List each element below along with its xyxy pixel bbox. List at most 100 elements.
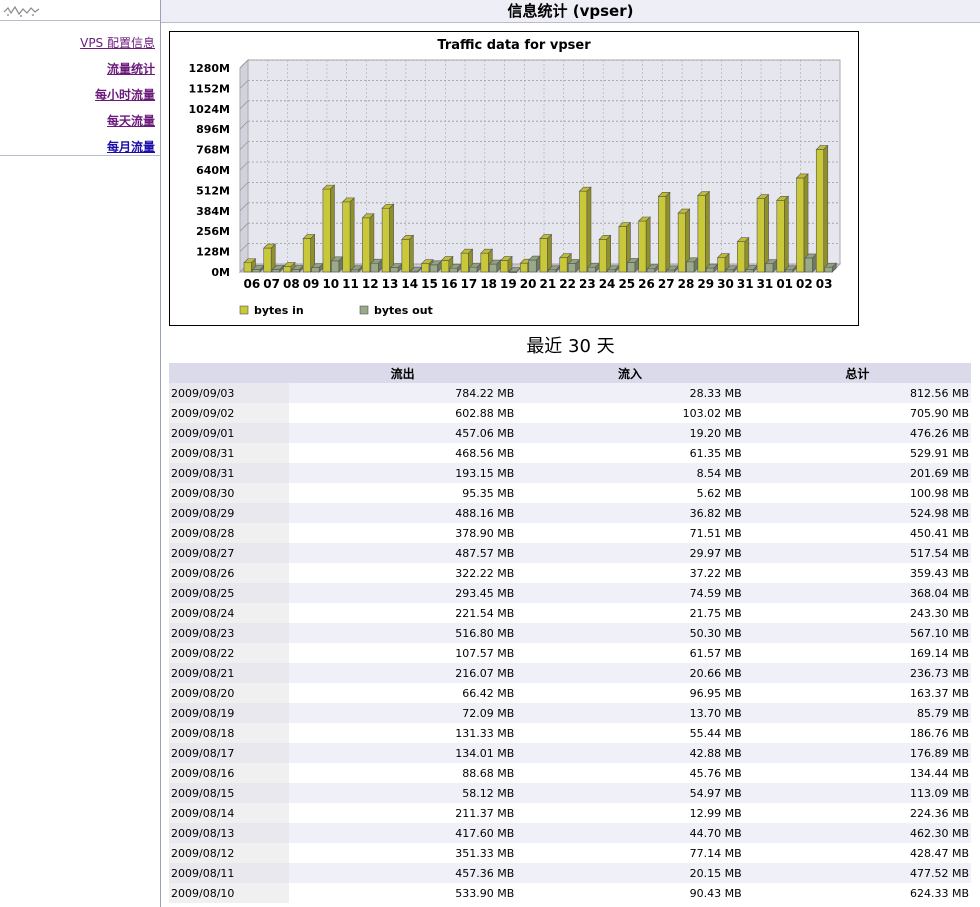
- cell-out: 88.68 MB: [289, 763, 517, 783]
- chart-x-tick-label: 30: [717, 277, 734, 291]
- cell-date: 2009/08/16: [169, 763, 289, 783]
- cell-in: 13.70 MB: [516, 703, 744, 723]
- cell-in: 42.88 MB: [516, 743, 744, 763]
- cell-total: 462.30 MB: [743, 823, 971, 843]
- legend-label: bytes in: [254, 304, 304, 317]
- cell-in: 96.95 MB: [516, 683, 744, 703]
- cell-out: 378.90 MB: [289, 523, 517, 543]
- table-row: 2009/08/26 322.22 MB 37.22 MB 359.43 MB: [169, 563, 971, 583]
- chart-x-tick-label: 25: [618, 277, 635, 291]
- cell-date: 2009/08/17: [169, 743, 289, 763]
- traffic-chart-svg: Traffic data for vpser 0M 128M 256M 384M 512…: [188, 38, 842, 317]
- cell-date: 2009/08/21: [169, 663, 289, 683]
- table-row: 2009/08/22 107.57 MB 61.57 MB 169.14 MB: [169, 643, 971, 663]
- chart-x-tick-label: 08: [283, 277, 300, 291]
- cell-out: 533.90 MB: [289, 883, 517, 903]
- chart-y-tick-label: 384M: [196, 205, 230, 218]
- chart-x-tick-label: 31: [737, 277, 754, 291]
- chart-x-tick-label: 11: [342, 277, 359, 291]
- cell-out: 516.80 MB: [289, 623, 517, 643]
- chart-y-tick-label: 0M: [211, 266, 230, 279]
- chart-x-tick-label: 19: [500, 277, 517, 291]
- cell-in: 103.02 MB: [516, 403, 744, 423]
- cell-in: 29.97 MB: [516, 543, 744, 563]
- cell-total: 529.91 MB: [743, 443, 971, 463]
- chart-y-tick-label: 1024M: [188, 103, 230, 116]
- main-frame: 信息统计 (vpser) Traffic data for vpser 0M 12…: [161, 0, 980, 907]
- cell-date: 2009/08/23: [169, 623, 289, 643]
- legend-swatch: [239, 305, 249, 315]
- cell-in: 71.51 MB: [516, 523, 744, 543]
- cell-total: 236.73 MB: [743, 663, 971, 683]
- cell-total: 224.36 MB: [743, 803, 971, 823]
- cell-date: 2009/08/26: [169, 563, 289, 583]
- chart-bar-bytes-in: [263, 243, 276, 273]
- cell-total: 477.52 MB: [743, 863, 971, 883]
- sidebar-frame: VPS 配置信息 流量统计 每小时流量 每天流量 每月流量: [0, 0, 161, 907]
- cell-total: 113.09 MB: [743, 783, 971, 803]
- chart-bar-bytes-in: [341, 197, 355, 273]
- cell-date: 2009/08/13: [169, 823, 289, 843]
- chart-x-tick-label: 28: [678, 277, 695, 291]
- cell-total: 85.79 MB: [743, 703, 971, 723]
- cell-date: 2009/08/20: [169, 683, 289, 703]
- sidebar-divider: [0, 155, 160, 156]
- chart-bar-bytes-in: [578, 186, 592, 273]
- cell-out: 193.15 MB: [289, 463, 517, 483]
- cell-total: 517.54 MB: [743, 543, 971, 563]
- chart-bar-bytes-out: [330, 256, 344, 273]
- chart-y-tick-label: 128M: [196, 246, 230, 259]
- chart-x-tick-label: 16: [441, 277, 458, 291]
- cell-out: 211.37 MB: [289, 803, 517, 823]
- table-header-row: 流出 流入 总计: [169, 363, 971, 383]
- cell-in: 19.20 MB: [516, 423, 744, 443]
- cell-total: 176.89 MB: [743, 743, 971, 763]
- cell-total: 134.44 MB: [743, 763, 971, 783]
- chart-x-tick-label: 24: [599, 277, 616, 291]
- sidebar-item-daily-traffic[interactable]: 每天流量: [80, 108, 155, 134]
- chart-x-tick-label: 27: [658, 277, 675, 291]
- cell-in: 90.43 MB: [516, 883, 744, 903]
- cell-out: 457.06 MB: [289, 423, 517, 443]
- chart-bar-bytes-out: [370, 258, 384, 273]
- table-row: 2009/08/23 516.80 MB 50.30 MB 567.10 MB: [169, 623, 971, 643]
- cell-total: 524.98 MB: [743, 503, 971, 523]
- chart-x-tick-label: 06: [244, 277, 261, 291]
- traffic-chart: Traffic data for vpser 0M 128M 256M 384M 512…: [169, 31, 859, 326]
- sidebar-item-traffic-stats[interactable]: 流量统计: [80, 56, 155, 82]
- chart-bar-bytes-in: [697, 190, 711, 273]
- table-row: 2009/08/18 131.33 MB 55.44 MB 186.76 MB: [169, 723, 971, 743]
- sidebar-item-vps-config[interactable]: VPS 配置信息: [80, 30, 155, 56]
- table-row: 2009/09/03 784.22 MB 28.33 MB 812.56 MB: [169, 383, 971, 403]
- cell-total: 169.14 MB: [743, 643, 971, 663]
- table-row: 2009/08/29 488.16 MB 36.82 MB 524.98 MB: [169, 503, 971, 523]
- cell-total: 243.30 MB: [743, 603, 971, 623]
- chart-bar-bytes-out: [626, 257, 640, 273]
- traffic-table-wrap: 流出 流入 总计 2009/09/03 784.22 MB 28.33 MB 812.…: [169, 363, 971, 903]
- chart-bar-bytes-in: [381, 203, 395, 273]
- cell-in: 21.75 MB: [516, 603, 744, 623]
- table-row: 2009/08/17 134.01 MB 42.88 MB 176.89 MB: [169, 743, 971, 763]
- cell-out: 72.09 MB: [289, 703, 517, 723]
- table-row: 2009/08/16 88.68 MB 45.76 MB 134.44 MB: [169, 763, 971, 783]
- table-header-date: [169, 363, 289, 383]
- cell-date: 2009/08/14: [169, 803, 289, 823]
- cell-in: 37.22 MB: [516, 563, 744, 583]
- cell-date: 2009/08/29: [169, 503, 289, 523]
- chart-y-tick-label: 768M: [196, 144, 230, 157]
- chart-bar-bytes-in: [598, 234, 612, 273]
- chart-y-tick-label: 1280M: [188, 62, 230, 75]
- chart-y-tick-label: 256M: [196, 225, 230, 238]
- sidebar-item-monthly-traffic[interactable]: 每月流量: [80, 134, 155, 160]
- cell-date: 2009/08/27: [169, 543, 289, 563]
- page-title: 信息统计 (vpser): [161, 0, 980, 23]
- cell-total: 567.10 MB: [743, 623, 971, 643]
- sidebar-item-hourly-traffic[interactable]: 每小时流量: [80, 82, 155, 108]
- chart-bar-bytes-in: [401, 234, 415, 273]
- cell-in: 55.44 MB: [516, 723, 744, 743]
- chart-x-tick-label: 17: [461, 277, 478, 291]
- cell-in: 54.97 MB: [516, 783, 744, 803]
- cell-date: 2009/08/22: [169, 643, 289, 663]
- chart-x-tick-label: 26: [638, 277, 655, 291]
- chart-x-axis: 06 07 08 09 10 11 12 13 14 15 16 17 18 19 20 21 22 23 24 25…: [244, 277, 833, 291]
